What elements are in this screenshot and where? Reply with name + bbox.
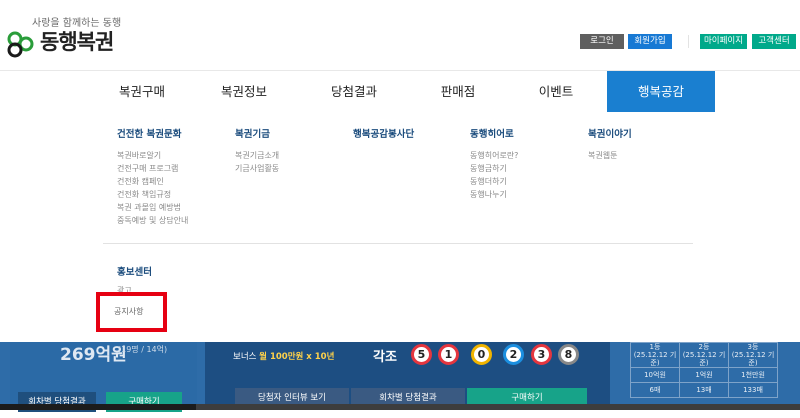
winners-count: (19명 / 14억) xyxy=(118,345,168,354)
lotto-ball: 5 xyxy=(411,344,432,365)
nav-item-events[interactable]: 이벤트 xyxy=(510,71,602,112)
bonus-body: 월 100만원 x 10년 xyxy=(259,352,335,362)
nav-item-results[interactable]: 당첨결과 xyxy=(308,71,400,112)
menu-column-title[interactable]: 건전한 복권문화 xyxy=(117,126,188,140)
lotto-ball: 3 xyxy=(531,344,552,365)
bottom-strip xyxy=(0,404,800,410)
menu-divider xyxy=(103,243,693,244)
menu-link[interactable]: 건전구매 프로그램 xyxy=(117,162,188,175)
site-header: 사랑을 함께하는 동행 동행복권 로그인 회원가입 마이페이지 고객센터 xyxy=(0,0,800,70)
nav-item-buy-lottery[interactable]: 복권구매 xyxy=(96,71,188,112)
jackpot-amount: 269억원 xyxy=(60,345,127,365)
menu-column-lottery-fund: 복권기금 복권기금소개 기금사업활동 xyxy=(235,126,279,175)
menu-column-title[interactable]: 복권기금 xyxy=(235,126,279,140)
bonus-prefix: 보너스 xyxy=(233,352,257,362)
menu-link[interactable]: 동행히어로란? xyxy=(470,149,518,162)
prize-count-cell: 6매 xyxy=(630,382,680,398)
prize-table: 1등 (25.12.12 기준) 2등 (25.12.12 기준) 3등 (25.12… xyxy=(630,342,778,398)
menu-link[interactable]: 동행나누기 xyxy=(470,188,518,201)
menu-link[interactable]: 복권바로알기 xyxy=(117,149,188,162)
menu-link[interactable]: 건전화 캠페인 xyxy=(117,175,188,188)
main-content-behind: 269억원 (19명 / 14억) 회차별 당첨결과 구매하기 보너스 월 10… xyxy=(0,342,800,418)
highlighted-notice-link[interactable]: 공지사항 xyxy=(96,292,167,332)
strip-segment xyxy=(0,404,196,410)
prize-rank-cell: 3등 (25.12.12 기준) xyxy=(728,342,778,368)
nav-item-stores[interactable]: 판매점 xyxy=(412,71,504,112)
menu-link[interactable]: 중독예방 및 상담안내 xyxy=(117,214,188,227)
customer-center-button[interactable]: 고객센터 xyxy=(752,34,796,49)
main-navigation: 복권구매 복권정보 당첨결과 판매점 이벤트 행복공감 xyxy=(0,70,800,113)
menu-column-title[interactable]: 복권이야기 xyxy=(588,126,632,140)
menu-link[interactable]: 동행더하기 xyxy=(470,175,518,188)
strip-segment xyxy=(196,404,800,410)
lotto-ball: 1 xyxy=(438,344,459,365)
logo-brand-name: 동행복권 xyxy=(40,30,114,54)
utility-divider xyxy=(688,35,689,48)
login-button[interactable]: 로그인 xyxy=(580,34,624,49)
prize-amount-cell: 1천만원 xyxy=(728,367,778,383)
menu-column-volunteer: 행복공감봉사단 xyxy=(353,126,414,149)
clover-logo-icon xyxy=(7,31,34,58)
menu-link[interactable]: 복권 과몰입 예방법 xyxy=(117,201,188,214)
join-button[interactable]: 회원가입 xyxy=(628,34,672,49)
lotto-ball: 2 xyxy=(503,344,524,365)
nav-item-lottery-info[interactable]: 복권정보 xyxy=(198,71,290,112)
menu-column-title[interactable]: 홍보센터 xyxy=(117,264,152,278)
pension-panel: 보너스 월 100만원 x 10년 각조 5 1 0 2 3 8 당첨자 인터뷰… xyxy=(205,342,610,410)
menu-column-title[interactable]: 행복공감봉사단 xyxy=(353,126,414,140)
each-group-label: 각조 xyxy=(373,350,397,365)
prize-amount-cell: 10억원 xyxy=(630,367,680,383)
prize-count-cell: 13매 xyxy=(679,382,729,398)
notice-link-label: 공지사항 xyxy=(114,307,144,316)
site-logo[interactable]: 사랑을 함께하는 동행 동행복권 xyxy=(6,8,146,58)
bonus-text: 보너스 월 100만원 x 10년 xyxy=(233,350,334,362)
menu-column-healthy-culture: 건전한 복권문화 복권바로알기 건전구매 프로그램 건전화 캠페인 건전화 책임… xyxy=(117,126,188,227)
prize-amount-cell: 1억원 xyxy=(679,367,729,383)
lotto-ball: 8 xyxy=(558,344,579,365)
prize-count-cell: 133매 xyxy=(728,382,778,398)
nav-item-happiness[interactable]: 행복공감 xyxy=(607,71,715,112)
menu-link[interactable]: 기금사업활동 xyxy=(235,162,279,175)
prize-rank-cell: 2등 (25.12.12 기준) xyxy=(679,342,729,368)
prize-rank-cell: 1등 (25.12.12 기준) xyxy=(630,342,680,368)
menu-column-title[interactable]: 동행히어로 xyxy=(470,126,518,140)
lotto-ball: 0 xyxy=(471,344,492,365)
prize-summary-panel: 1등 (25.12.12 기준) 2등 (25.12.12 기준) 3등 (25.12… xyxy=(628,342,800,418)
menu-link[interactable]: 건전화 책임규정 xyxy=(117,188,188,201)
menu-link[interactable]: 복권기금소개 xyxy=(235,149,279,162)
menu-column-lottery-story: 복권이야기 복권웹툰 xyxy=(588,126,632,162)
menu-link[interactable]: 복권웹툰 xyxy=(588,149,632,162)
mypage-button[interactable]: 마이페이지 xyxy=(700,34,747,49)
menu-column-hero: 동행히어로 동행히어로란? 동행금하기 동행더하기 동행나누기 xyxy=(470,126,518,201)
menu-link[interactable]: 동행금하기 xyxy=(470,162,518,175)
